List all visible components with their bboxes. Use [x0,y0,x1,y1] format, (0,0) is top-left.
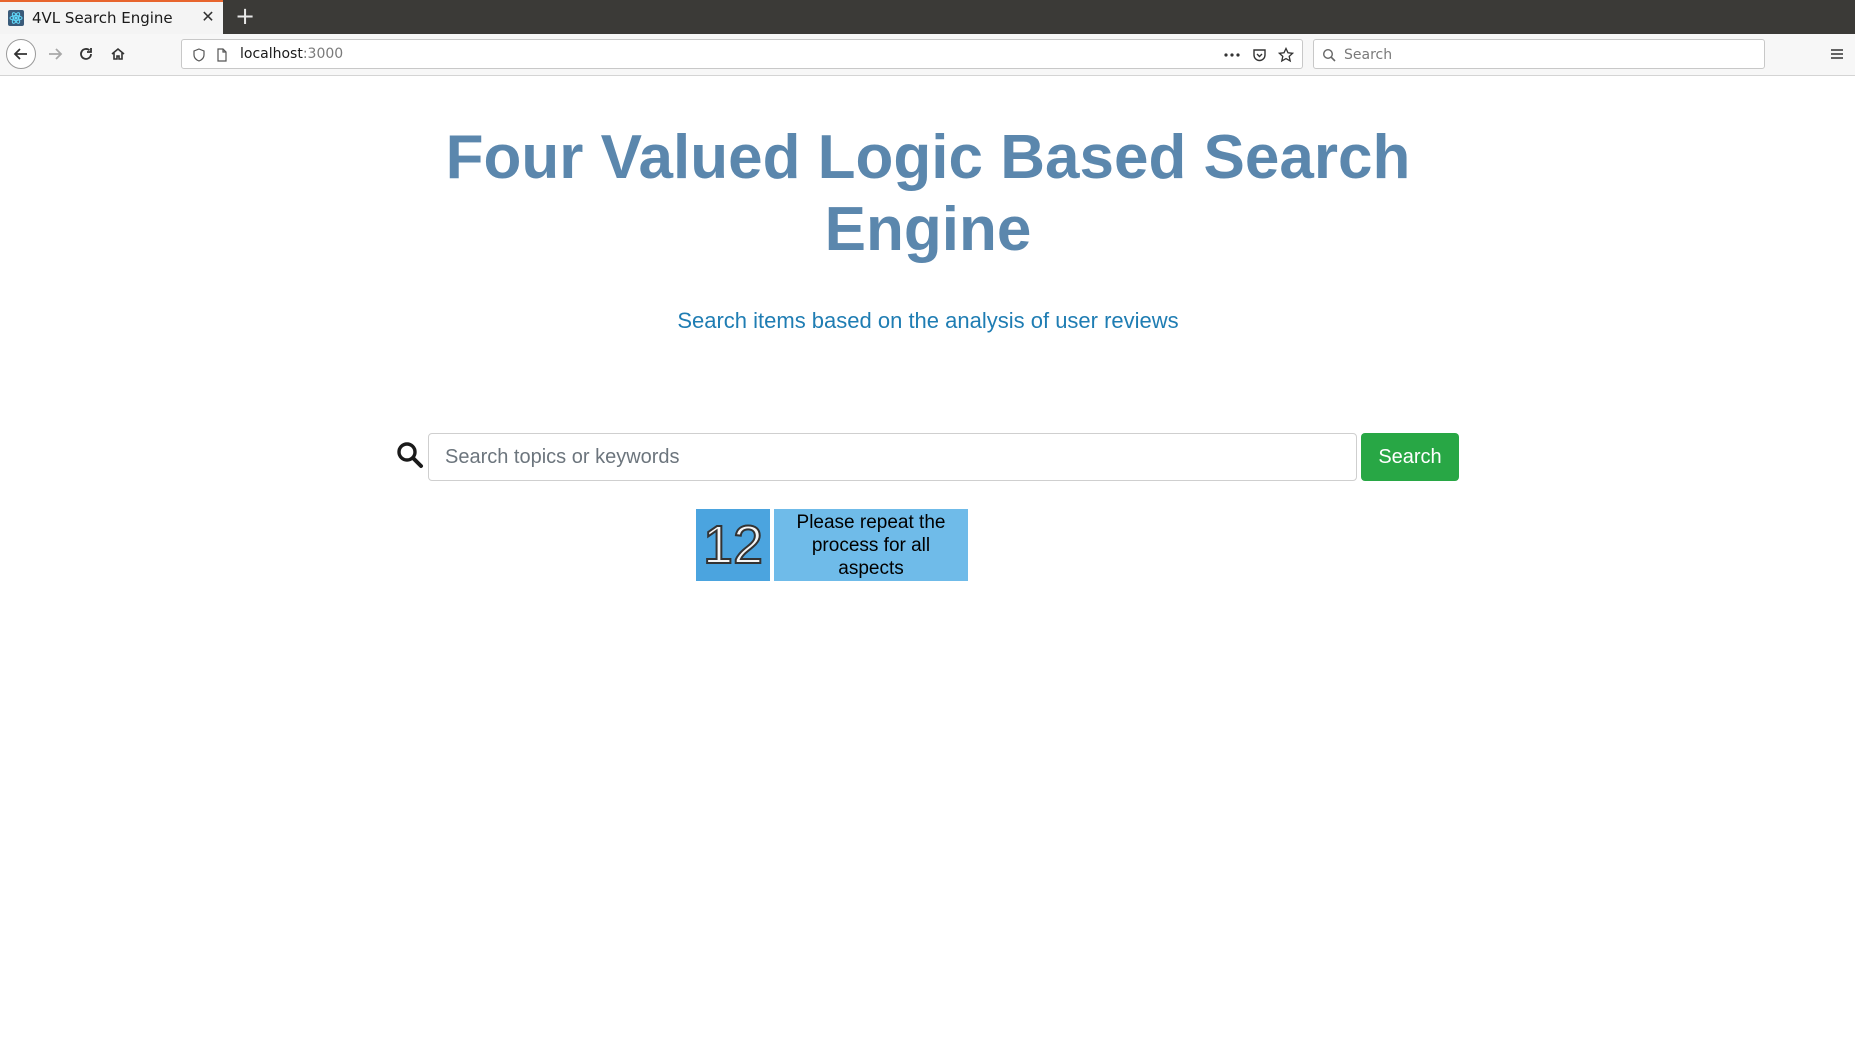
star-icon[interactable] [1278,47,1294,63]
magnifier-icon [396,441,424,469]
url-host: localhost [240,46,303,62]
back-button[interactable] [6,39,36,69]
page-icon[interactable] [214,47,230,63]
navigation-bar: localhost:3000 [0,34,1855,76]
page-title: Four Valued Logic Based Search Engine [445,123,1411,264]
react-favicon-icon [8,10,24,26]
page-subtitle: Search items based on the analysis of us… [677,308,1179,333]
shield-icon[interactable] [191,47,207,63]
browser-search-bar[interactable] [1313,39,1765,69]
instruction-label: Please repeat the process for all aspect… [796,511,946,579]
pocket-icon[interactable] [1251,47,1267,63]
home-button[interactable] [103,39,133,69]
forward-button[interactable] [40,39,70,69]
url-bar[interactable]: localhost:3000 [181,39,1303,69]
home-icon [111,47,125,60]
url-port: :3000 [302,46,344,62]
more-dots-icon[interactable] [1222,47,1242,63]
instruction-text: Please repeat the process for all aspect… [774,509,968,581]
close-icon[interactable]: ✕ [199,8,217,26]
active-tab[interactable]: 4VL Search Engine ✕ [0,0,223,34]
browser-search-input[interactable] [1342,44,1746,66]
search-button[interactable]: Search [1361,433,1459,481]
hamburger-menu-icon[interactable] [1822,39,1852,69]
back-arrow-icon [13,48,27,60]
forward-arrow-icon [49,48,63,60]
url-text[interactable]: localhost:3000 [240,46,343,62]
tab-title: 4VL Search Engine [32,9,173,27]
search-icon [1321,47,1337,63]
search-input[interactable] [428,433,1357,481]
reload-button[interactable] [71,39,101,69]
step-number-badge: 12 [696,509,770,581]
new-tab-button[interactable]: + [232,3,258,29]
tab-bar: 4VL Search Engine ✕ + [0,0,1855,34]
reload-icon [80,48,92,60]
